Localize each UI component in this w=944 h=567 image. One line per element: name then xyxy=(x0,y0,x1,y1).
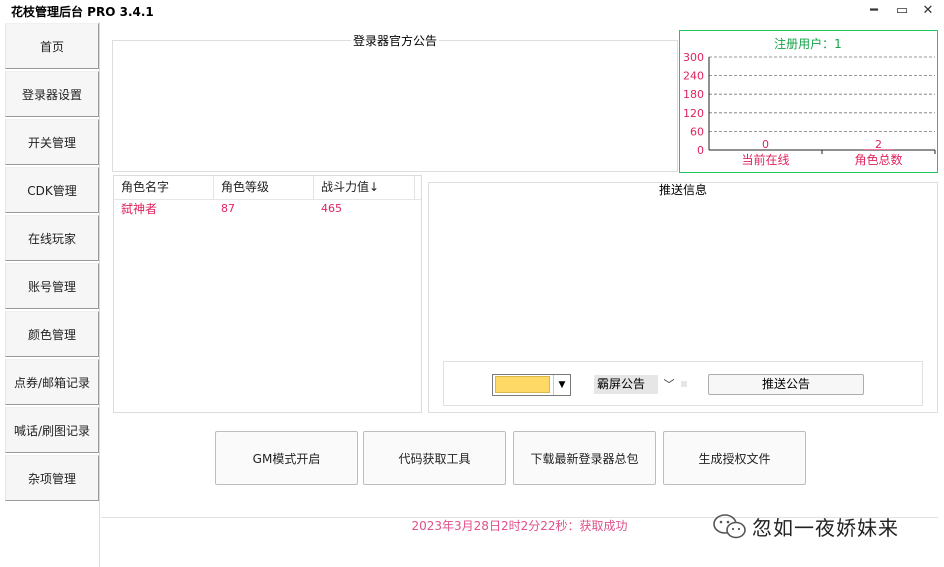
push-type-indicator xyxy=(681,381,687,387)
table-cell-level[interactable]: 87 xyxy=(214,201,314,217)
announcement-panel xyxy=(112,40,678,172)
wechat-icon xyxy=(713,514,746,539)
y-tick-label: 300 xyxy=(683,51,704,64)
nav-account-management[interactable]: 账号管理 xyxy=(5,263,99,309)
nav-color-management[interactable]: 颜色管理 xyxy=(5,311,99,357)
minimize-button[interactable]: ━ xyxy=(864,2,884,20)
nav-cdk-management[interactable]: CDK管理 xyxy=(5,167,99,213)
chart-title: 注册用户：1 xyxy=(774,36,842,51)
y-tick-label: 180 xyxy=(683,88,704,101)
y-tick-label: 0 xyxy=(697,144,704,157)
sidebar-divider xyxy=(99,22,100,567)
push-type-value[interactable]: 霸屏公告 xyxy=(594,375,658,394)
color-swatch[interactable] xyxy=(495,376,550,393)
data-label: 2 xyxy=(875,138,882,151)
gm-mode-button[interactable]: GM模式开启 xyxy=(215,431,358,485)
column-header-name[interactable]: 角色名字 xyxy=(114,176,214,199)
watermark-text: 忽如一夜娇妹来 xyxy=(752,516,899,540)
nav-online-players[interactable]: 在线玩家 xyxy=(5,215,99,261)
column-header-power[interactable]: 战斗力值↓ xyxy=(314,176,415,199)
y-tick-label: 240 xyxy=(683,70,704,83)
table-cell-name[interactable]: 弑神者 xyxy=(114,201,214,217)
download-launcher-button[interactable]: 下载最新登录器总包 xyxy=(513,431,656,485)
table-cell-power[interactable]: 465 xyxy=(314,201,414,217)
nav-launcher-settings[interactable]: 登录器设置 xyxy=(5,71,99,117)
push-announcement-button[interactable]: 推送公告 xyxy=(708,374,864,395)
dropdown-arrow-icon[interactable]: ▼ xyxy=(553,375,570,395)
data-label: 0 xyxy=(762,138,769,151)
nav-shout-map-log[interactable]: 喊话/刷图记录 xyxy=(5,407,99,453)
table-header-divider xyxy=(114,199,421,200)
announcement-title: 登录器官方公告 xyxy=(350,34,439,48)
code-tool-button[interactable]: 代码获取工具 xyxy=(363,431,506,485)
x-tick-label: 当前在线 xyxy=(741,152,789,167)
window-title: 花枝管理后台 PRO 3.4.1 xyxy=(11,5,154,19)
generate-license-button[interactable]: 生成授权文件 xyxy=(663,431,806,485)
chart-canvas: 注册用户：10601201802403000当前在线2角色总数 xyxy=(683,36,936,167)
x-tick-label: 角色总数 xyxy=(854,152,902,167)
nav-home[interactable]: 首页 xyxy=(5,23,99,69)
close-button[interactable]: ✕ xyxy=(918,2,938,20)
nav-switch-management[interactable]: 开关管理 xyxy=(5,119,99,165)
nav-misc-management[interactable]: 杂项管理 xyxy=(5,455,99,501)
nav-points-mail-log[interactable]: 点券/邮箱记录 xyxy=(5,359,99,405)
chevron-down-icon[interactable]: ﹀ xyxy=(660,375,678,394)
maximize-button[interactable]: ▭ xyxy=(892,2,912,20)
column-header-level[interactable]: 角色等级 xyxy=(214,176,314,199)
push-info-title: 推送信息 xyxy=(656,183,709,197)
y-tick-label: 120 xyxy=(683,107,704,120)
y-tick-label: 60 xyxy=(690,125,704,138)
